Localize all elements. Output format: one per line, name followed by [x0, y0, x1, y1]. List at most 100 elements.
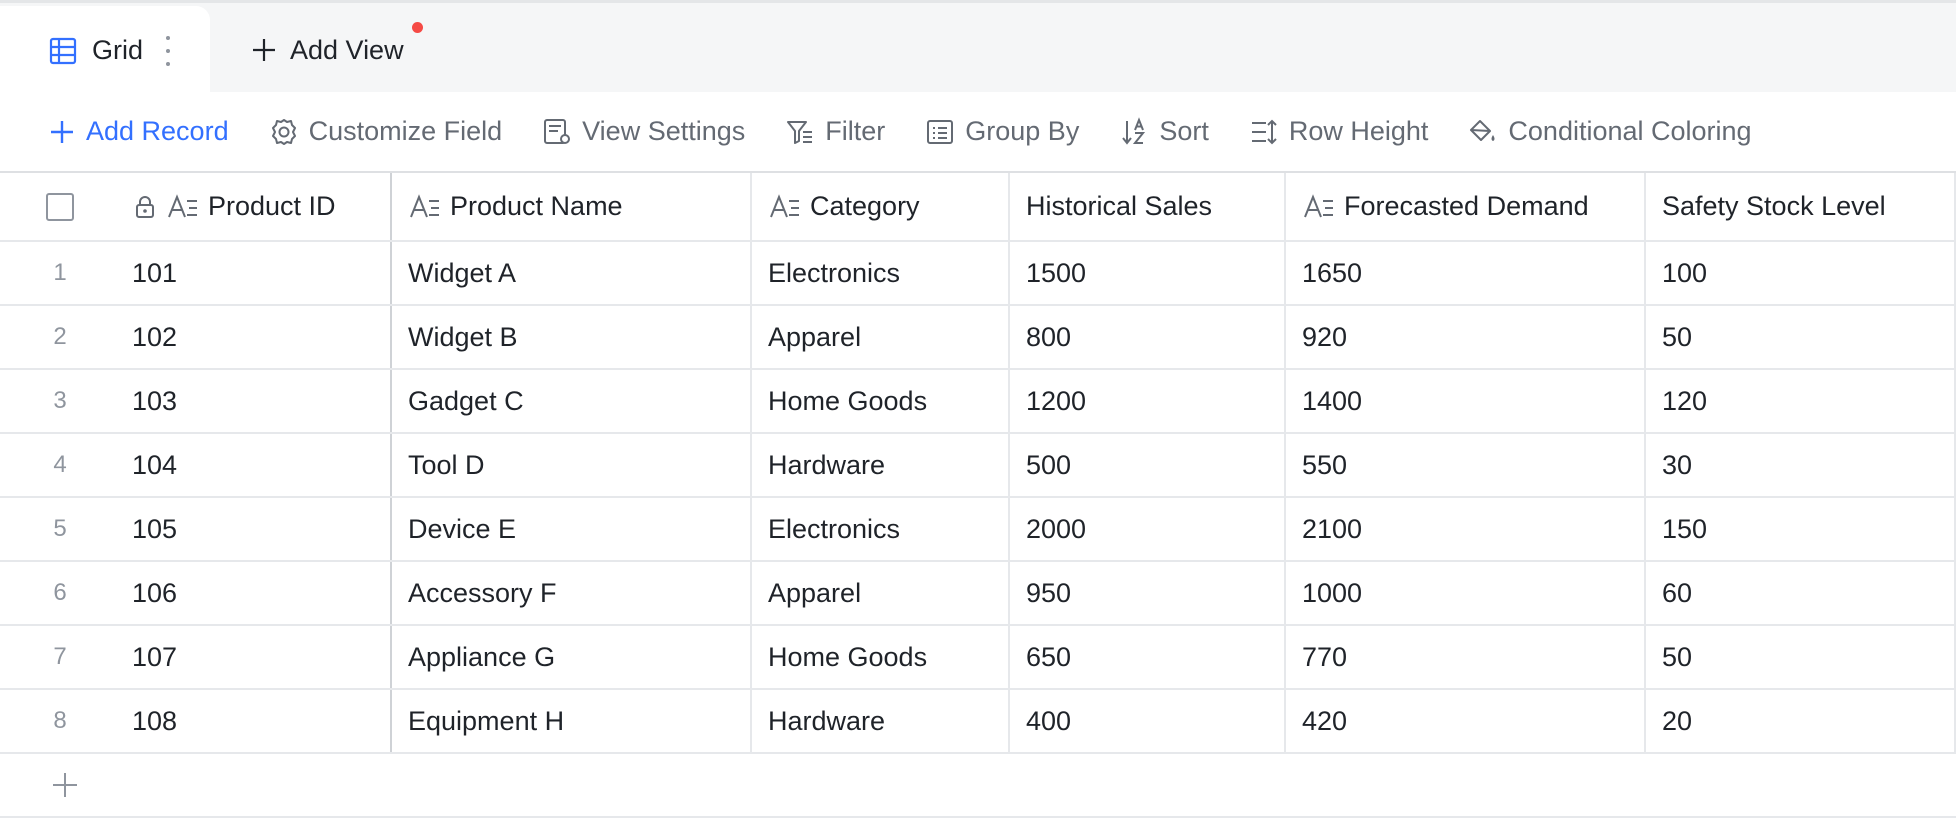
filter-button[interactable]: Filter: [785, 116, 885, 147]
table-row[interactable]: 7 107 Appliance G Home Goods 650 770 50: [0, 626, 1956, 690]
column-header-historical-sales[interactable]: Historical Sales: [1010, 173, 1286, 240]
cell-category[interactable]: Apparel: [752, 306, 1010, 368]
notification-dot: [412, 22, 423, 33]
view-toolbar: Add Record Customize Field View Settings…: [0, 92, 1956, 173]
cell-product-name[interactable]: Device E: [392, 498, 752, 560]
table-row[interactable]: 6 106 Accessory F Apparel 950 1000 60: [0, 562, 1956, 626]
cell-historical-sales[interactable]: 500: [1010, 434, 1286, 496]
group-by-icon: [927, 119, 954, 144]
cell-forecasted-demand[interactable]: 770: [1286, 626, 1646, 688]
cell-forecasted-demand[interactable]: 920: [1286, 306, 1646, 368]
cell-product-id[interactable]: 102: [120, 306, 392, 368]
text-field-icon: [168, 193, 197, 217]
column-header-forecasted-demand[interactable]: Forecasted Demand: [1286, 173, 1646, 240]
text-field-icon: [770, 193, 799, 217]
cell-safety-stock-level[interactable]: 150: [1646, 498, 1956, 560]
cell-historical-sales[interactable]: 950: [1010, 562, 1286, 624]
cell-safety-stock-level[interactable]: 20: [1646, 690, 1956, 752]
cell-forecasted-demand[interactable]: 550: [1286, 434, 1646, 496]
cell-product-id[interactable]: 105: [120, 498, 392, 560]
table-row[interactable]: 3 103 Gadget C Home Goods 1200 1400 120: [0, 370, 1956, 434]
cell-historical-sales[interactable]: 1500: [1010, 242, 1286, 304]
view-settings-button[interactable]: View Settings: [542, 116, 745, 147]
paint-bucket-icon: [1470, 119, 1495, 141]
cell-product-name[interactable]: Tool D: [392, 434, 752, 496]
group-by-button[interactable]: Group By: [925, 116, 1079, 147]
view-settings-icon: [544, 118, 571, 144]
group-by-label: Group By: [965, 116, 1080, 146]
cell-category[interactable]: Electronics: [752, 242, 1010, 304]
cell-product-name[interactable]: Appliance G: [392, 626, 752, 688]
conditional-coloring-button[interactable]: Conditional Coloring: [1468, 116, 1752, 147]
cell-forecasted-demand[interactable]: 1000: [1286, 562, 1646, 624]
cell-historical-sales[interactable]: 650: [1010, 626, 1286, 688]
tab-grid[interactable]: Grid: [0, 6, 210, 95]
cell-product-id[interactable]: 104: [120, 434, 392, 496]
add-view-label: Add View: [290, 34, 404, 65]
add-view-button[interactable]: Add View: [250, 30, 404, 70]
cell-safety-stock-level[interactable]: 30: [1646, 434, 1956, 496]
cell-product-id[interactable]: 101: [120, 242, 392, 304]
cell-historical-sales[interactable]: 400: [1010, 690, 1286, 752]
cell-historical-sales[interactable]: 1200: [1010, 370, 1286, 432]
column-label: Forecasted Demand: [1344, 191, 1589, 221]
customize-field-button[interactable]: Customize Field: [269, 116, 503, 147]
cell-product-id[interactable]: 103: [120, 370, 392, 432]
cell-forecasted-demand[interactable]: 2100: [1286, 498, 1646, 560]
column-header-category[interactable]: Category: [752, 173, 1010, 240]
row-number: 6: [53, 579, 67, 606]
table-row[interactable]: 4 104 Tool D Hardware 500 550 30: [0, 434, 1956, 498]
table-row[interactable]: 1 101 Widget A Electronics 1500 1650 100: [0, 242, 1956, 306]
column-header-safety-stock-level[interactable]: Safety Stock Level: [1646, 173, 1956, 240]
cell-product-name[interactable]: Accessory F: [392, 562, 752, 624]
table-row[interactable]: 8 108 Equipment H Hardware 400 420 20: [0, 690, 1956, 754]
sort-button[interactable]: Sort: [1119, 116, 1209, 147]
cell-safety-stock-level[interactable]: 120: [1646, 370, 1956, 432]
row-number: 2: [53, 323, 67, 350]
more-vertical-icon[interactable]: [162, 36, 174, 66]
cell-safety-stock-level[interactable]: 50: [1646, 306, 1956, 368]
cell-category[interactable]: Apparel: [752, 562, 1010, 624]
plus-icon: [253, 39, 275, 61]
grid-body: 1 101 Widget A Electronics 1500 1650 100 2 102 Wi…: [0, 242, 1956, 754]
cell-historical-sales[interactable]: 800: [1010, 306, 1286, 368]
cell-category[interactable]: Home Goods: [752, 626, 1010, 688]
cell-product-name[interactable]: Widget B: [392, 306, 752, 368]
cell-category[interactable]: Hardware: [752, 434, 1010, 496]
cell-forecasted-demand[interactable]: 420: [1286, 690, 1646, 752]
conditional-coloring-label: Conditional Coloring: [1508, 116, 1752, 146]
grid-table-icon: [49, 37, 77, 64]
column-label: Historical Sales: [1026, 191, 1213, 221]
column-header-product-name[interactable]: Product Name: [392, 173, 752, 240]
customize-field-label: Customize Field: [308, 116, 503, 146]
filter-label: Filter: [825, 116, 886, 146]
cell-category[interactable]: Electronics: [752, 498, 1010, 560]
table-row[interactable]: 5 105 Device E Electronics 2000 2100 150: [0, 498, 1956, 562]
cell-safety-stock-level[interactable]: 60: [1646, 562, 1956, 624]
cell-forecasted-demand[interactable]: 1650: [1286, 242, 1646, 304]
cell-product-id[interactable]: 107: [120, 626, 392, 688]
add-row-button[interactable]: [0, 754, 1956, 818]
select-all-checkbox[interactable]: [46, 192, 74, 221]
cell-historical-sales[interactable]: 2000: [1010, 498, 1286, 560]
cell-product-id[interactable]: 108: [120, 690, 392, 752]
column-header-product-id[interactable]: Product ID: [120, 173, 392, 240]
cell-category[interactable]: Home Goods: [752, 370, 1010, 432]
table-row[interactable]: 2 102 Widget B Apparel 800 920 50: [0, 306, 1956, 370]
view-tab-bar: Grid Add View: [0, 0, 1956, 95]
cell-product-name[interactable]: Widget A: [392, 242, 752, 304]
cell-product-id[interactable]: 106: [120, 562, 392, 624]
cell-safety-stock-level[interactable]: 50: [1646, 626, 1956, 688]
row-height-icon: [1251, 119, 1277, 144]
add-record-button[interactable]: Add Record: [48, 116, 229, 147]
cell-product-name[interactable]: Equipment H: [392, 690, 752, 752]
cell-forecasted-demand[interactable]: 1400: [1286, 370, 1646, 432]
cell-category[interactable]: Hardware: [752, 690, 1010, 752]
row-height-button[interactable]: Row Height: [1249, 116, 1428, 147]
column-label: Safety Stock Level: [1662, 191, 1886, 221]
row-number: 8: [53, 707, 67, 734]
select-all-cell: [0, 173, 120, 240]
cell-product-name[interactable]: Gadget C: [392, 370, 752, 432]
lock-icon: [136, 195, 154, 218]
cell-safety-stock-level[interactable]: 100: [1646, 242, 1956, 304]
